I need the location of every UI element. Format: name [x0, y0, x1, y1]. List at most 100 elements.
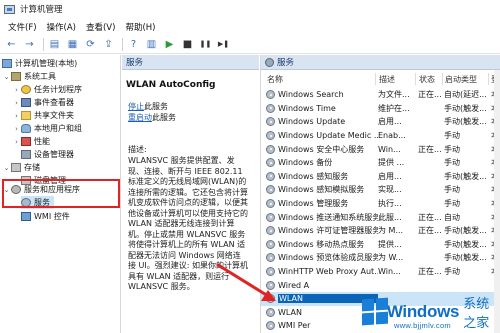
menu-view[interactable]: 查看(V) — [81, 21, 120, 33]
table-row[interactable]: Windows Update Medic ...Enab...手动本 — [261, 129, 500, 143]
service-description-cell: 此服... — [378, 212, 402, 222]
detail-header: 服务 — [122, 55, 259, 70]
tree-item-event-viewer[interactable]: › 事件查看器 — [12, 96, 74, 109]
back-button[interactable]: ← — [4, 37, 19, 52]
collapse-icon[interactable]: ⌄ — [2, 73, 11, 81]
tree-label: 计算机管理(本地) — [15, 59, 78, 68]
table-row[interactable]: Windows 管理服务执行...手动本 — [261, 197, 500, 211]
table-row[interactable]: Windows 感知模拟服务实现...手动本 — [261, 183, 500, 197]
table-row[interactable]: Windows 预览体验成员服务为 W...手动(触发...本 — [261, 251, 500, 265]
column-header-description[interactable]: 描述 — [379, 73, 395, 86]
export-icon: ⇪ — [104, 38, 113, 50]
properties-button[interactable]: ▥ — [144, 37, 159, 52]
column-divider[interactable] — [415, 73, 416, 85]
service-startup-type: 手动 — [444, 199, 460, 209]
highlight-annotation-box — [2, 179, 120, 208]
service-status: 正在... — [418, 226, 442, 236]
service-name: Windows 感知模拟服务 — [278, 185, 365, 195]
column-header-name[interactable]: 名称 — [267, 73, 283, 86]
restart-service-link[interactable]: 重启动 — [128, 113, 152, 122]
stop-service-link[interactable]: 停止 — [128, 102, 144, 111]
menu-file[interactable]: 文件(F) — [3, 21, 42, 33]
service-gear-icon — [266, 171, 275, 181]
toolbar-divider — [43, 37, 44, 51]
service-status: 正在... — [418, 267, 442, 277]
column-divider[interactable] — [375, 73, 376, 85]
help-button[interactable]: ? — [126, 37, 141, 52]
service-gear-icon — [266, 267, 275, 277]
tree-item-performance[interactable]: › 性能 — [12, 135, 50, 148]
watermark-url: www.bjjmlv.com — [394, 321, 451, 330]
expand-icon[interactable]: › — [12, 125, 21, 133]
tree-item-task-scheduler[interactable]: › 任务计划程序 — [12, 83, 82, 96]
restart-service-line: 重启动此服务 — [128, 112, 176, 123]
table-row[interactable]: Windows 移动热点服务提供...手动(触发...本 — [261, 238, 500, 252]
column-divider[interactable] — [442, 73, 443, 85]
up-button[interactable]: ▤ — [47, 37, 62, 52]
menu-action[interactable]: 操作(A) — [42, 21, 81, 33]
tree-item-wmi[interactable]: WMI 控件 — [21, 210, 70, 223]
menu-bar: 文件(F) 操作(A) 查看(V) 帮助(H) — [0, 18, 500, 35]
tree-label: 存储 — [24, 163, 40, 172]
pause-service-button[interactable]: ❚❚ — [198, 37, 213, 52]
expand-icon[interactable]: › — [12, 112, 21, 120]
service-name: Windows 备份 — [278, 158, 333, 168]
performance-icon — [21, 137, 31, 146]
collapse-icon[interactable]: ⌄ — [2, 164, 11, 172]
tree-item-local-users[interactable]: › 本地用户和组 — [12, 122, 82, 135]
stop-service-button[interactable]: ■ — [180, 37, 195, 52]
service-startup-type: 手动(触发... — [444, 253, 486, 263]
service-gear-icon — [266, 253, 275, 263]
expand-icon[interactable]: › — [12, 99, 21, 107]
service-startup-type: 手动(触发... — [444, 117, 486, 127]
computer-management-icon — [4, 4, 15, 14]
start-service-button[interactable]: ▶ — [162, 37, 177, 52]
table-row[interactable]: Windows 许可证管理器服务为 M...正在...手动(触发...本 — [261, 224, 500, 238]
service-gear-icon — [266, 199, 275, 209]
service-description-cell: 维护在... — [378, 103, 410, 113]
service-gear-icon — [266, 321, 275, 331]
table-row[interactable]: Windows Update启用...手动(触发...本 — [261, 115, 500, 129]
show-hide-tree-button[interactable]: ▦ — [65, 37, 80, 52]
service-status: 正在... — [418, 90, 442, 100]
expand-icon[interactable]: › — [12, 138, 21, 146]
watermark-suffix: 系统之家 — [463, 296, 490, 331]
column-header-status[interactable]: 状态 — [419, 73, 435, 86]
service-name: Windows Update Medic ... — [278, 131, 378, 141]
service-name: Windows 安全中心服务 — [278, 144, 365, 154]
service-name: Windows 感知服务 — [278, 171, 349, 181]
column-divider[interactable] — [488, 73, 489, 85]
pause-icon: ❚❚ — [199, 40, 212, 48]
tree-item-device-manager[interactable]: 设备管理器 — [21, 148, 74, 161]
service-status: 正在... — [418, 144, 442, 154]
export-button[interactable]: ⇪ — [101, 37, 116, 52]
table-row[interactable]: Windows Search为文件...正在...自动(延迟...本 — [261, 88, 500, 102]
refresh-button[interactable]: ⟳ — [83, 37, 98, 52]
table-row[interactable]: Windows 备份提供 ...手动本 — [261, 156, 500, 170]
services-icon — [265, 57, 274, 67]
wmi-icon — [21, 212, 31, 221]
service-startup-type: 手动 — [444, 131, 460, 141]
service-gear-icon — [266, 212, 275, 222]
table-row[interactable]: WinHTTP Web Proxy Aut...Win...正在...手动本 — [261, 265, 500, 279]
restart-service-button[interactable]: ▶❚ — [216, 37, 231, 52]
table-row[interactable]: Windows Time维护在...手动(触发...本 — [261, 102, 500, 116]
menu-help[interactable]: 帮助(H) — [120, 21, 160, 33]
tree-item-shared-folders[interactable]: › 共享文件夹 — [12, 109, 74, 122]
users-icon — [21, 124, 31, 133]
services-list-title: 服务 — [277, 58, 295, 68]
service-gear-icon — [266, 158, 275, 168]
help-icon: ? — [130, 38, 137, 50]
table-row[interactable]: Windows 感知服务启用...手动(触发...本 — [261, 170, 500, 184]
tree-label: 事件查看器 — [34, 98, 74, 107]
tree-item-root[interactable]: 计算机管理(本地) — [2, 57, 77, 70]
table-row[interactable]: Windows 推送通知系统服务此服...正在...自动本 — [261, 210, 500, 224]
tree-label: 任务计划程序 — [34, 85, 82, 94]
table-row[interactable]: Windows 安全中心服务Win...正在...手动本 — [261, 142, 500, 156]
column-header-startup-type[interactable]: 启动类型 — [445, 73, 477, 86]
service-description-cell: Win... — [378, 267, 401, 277]
tree-item-system-tools[interactable]: ⌄ 系统工具 — [2, 70, 56, 83]
tree-item-storage[interactable]: ⌄ 存储 — [2, 161, 40, 174]
forward-button[interactable]: → — [22, 37, 37, 52]
expand-icon[interactable]: › — [12, 86, 21, 94]
